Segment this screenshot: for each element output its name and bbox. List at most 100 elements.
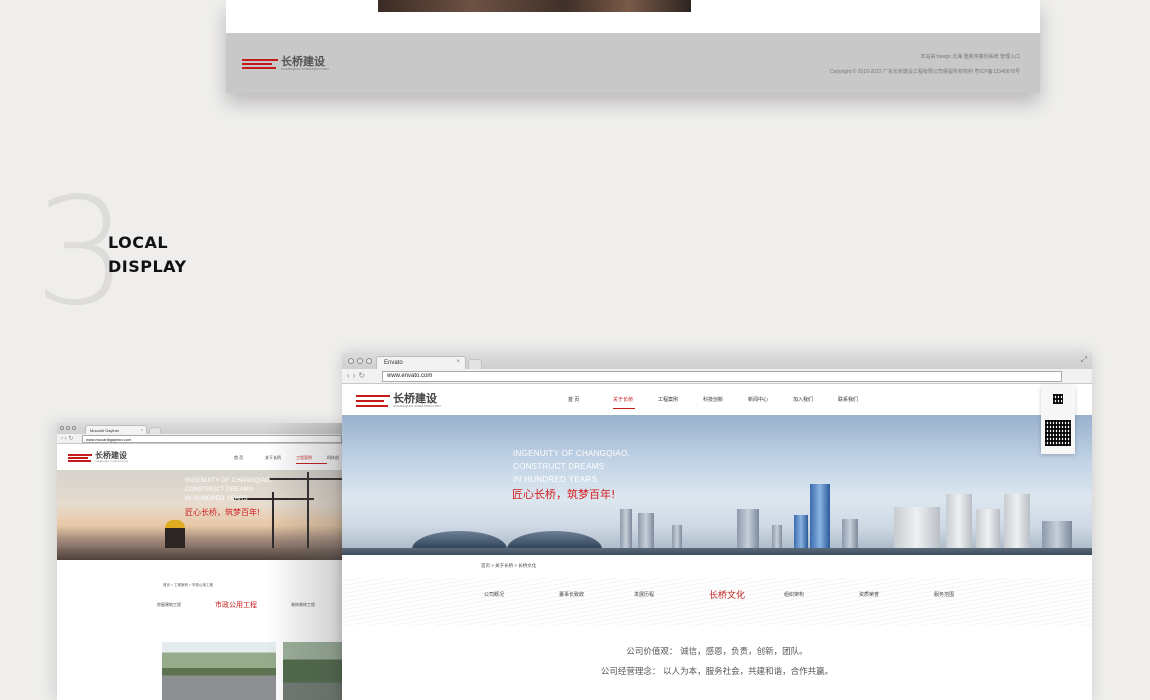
- close-window-icon[interactable]: [348, 358, 354, 364]
- hero-slogan-cn: 匠心长桥，筑梦百年!: [185, 508, 261, 517]
- qr-code-panel[interactable]: [1041, 386, 1075, 454]
- new-tab-button[interactable]: [149, 427, 161, 434]
- hero-banner: INGENUITY OF CHANGQIAO, CONSTRUCT DREAMS…: [342, 415, 1092, 555]
- hero-slogan-line: IN HUNDRED YEARS: [513, 475, 598, 484]
- qr-code-icon[interactable]: [1053, 394, 1063, 404]
- tab-municipal[interactable]: 市政公用工程: [215, 600, 257, 610]
- nav-item-tech[interactable]: 科技创新: [703, 396, 748, 409]
- tab-structure[interactable]: 组织架构: [784, 591, 859, 598]
- building: [976, 509, 1000, 549]
- arch-building: [507, 531, 602, 549]
- maximize-window-icon[interactable]: [366, 358, 372, 364]
- fullscreen-icon[interactable]: ⤢: [1081, 355, 1087, 365]
- hero-slogan-line: INGENUITY OF CHANGQIAO,: [185, 478, 273, 484]
- address-bar: ‹›↻ www.envato.com: [342, 369, 1092, 384]
- site-logo[interactable]: 长桥建设 CHANGQIAO CONSTRUCTION: [68, 452, 128, 463]
- site-footer: 长桥建设 CHANGQIAO CONSTRUCTION 本站由:heego 北海…: [226, 33, 1040, 93]
- back-forward-reload-icons[interactable]: ‹›↻: [347, 371, 368, 380]
- hero-slogan-line: INGENUITY OF CHANGQIAO,: [513, 449, 630, 458]
- hero-slogan: INGENUITY OF CHANGQIAO, CONSTRUCT DREAMS…: [513, 447, 630, 486]
- browser-tab[interactable]: Mucahit Gayiran ×: [85, 425, 147, 434]
- browser-tabbar: Envato × ⤢: [342, 353, 1092, 369]
- tab-building[interactable]: 房屋建筑工程: [157, 602, 181, 608]
- breadcrumb[interactable]: 首页 > 关于长桥 > 长桥文化: [481, 563, 536, 569]
- footer-links[interactable]: 本站由:heego 北海 重新序策划系統 管理入口: [921, 53, 1020, 60]
- building: [737, 509, 759, 549]
- nav-item-about[interactable]: 关于长桥: [613, 396, 658, 409]
- project-photo[interactable]: [162, 642, 276, 700]
- logo-text: 长桥建设: [95, 451, 127, 460]
- building: [946, 494, 972, 549]
- nav-item-news[interactable]: 新闻中心: [748, 396, 793, 409]
- footer-copyright: Copyright © 2016-2022 广东长桥建设工程有限公司保留所有权利…: [829, 69, 1020, 75]
- hero-slogan-cn: 匠心长桥，筑梦百年!: [512, 488, 616, 501]
- close-icon[interactable]: ×: [141, 427, 143, 432]
- hero-slogan: INGENUITY OF CHANGQIAO, CONSTRUCT DREAMS…: [185, 477, 272, 504]
- window-controls[interactable]: [348, 358, 372, 364]
- nav-item-join[interactable]: 加入我们: [793, 396, 838, 409]
- category-band: [342, 578, 1092, 626]
- logo-text: 长桥建设: [281, 55, 325, 68]
- hero-slogan-line: CONSTRUCT DREAMS: [513, 462, 605, 471]
- ground: [342, 548, 1092, 555]
- tab-services[interactable]: 服务范围: [934, 591, 1009, 598]
- hero-slogan-line: IN HUNDRED YEARS: [185, 496, 248, 502]
- close-icon[interactable]: ×: [456, 359, 460, 365]
- building: [810, 484, 830, 549]
- new-tab-button[interactable]: [468, 359, 482, 369]
- qr-code-image: [1045, 420, 1071, 446]
- mission-line: 公司经营理念： 以人为本，服务社会，共建和谐，合作共赢。: [600, 667, 834, 677]
- window-controls[interactable]: [60, 426, 76, 430]
- section-title-line: LOCAL: [108, 233, 169, 252]
- values-line: 公司价值观： 诚信，感恩，负责，创新，团队。: [626, 647, 808, 657]
- back-forward-reload-icons[interactable]: ‹ › ↻: [61, 435, 73, 442]
- minimize-window-icon[interactable]: [66, 426, 70, 430]
- building: [620, 509, 632, 549]
- browser-window-right: Envato × ⤢ ‹›↻ www.envato.com 长桥建设 CHANG…: [342, 353, 1092, 700]
- tab-culture[interactable]: 长桥文化: [709, 588, 784, 601]
- site-header: 长桥建设 CHANGQIAO CONSTRUCTION 首 页 关于长桥 工程案…: [342, 384, 1092, 415]
- site-logo[interactable]: 长桥建设 CHANGQIAO CONSTRUCTION: [356, 393, 441, 408]
- main-nav: 首 页 关于长桥 工程案例 科技创新 新闻中心 加入我们 联系我们: [568, 396, 883, 409]
- building: [1004, 494, 1030, 549]
- nav-item-home[interactable]: 首 页: [568, 396, 613, 409]
- logo-text: 长桥建设: [393, 392, 437, 405]
- breadcrumb[interactable]: 首页 > 工程案例 > 市政公用工程: [163, 583, 213, 588]
- building: [1042, 521, 1072, 549]
- hero-slogan-line: CONSTRUCT DREAMS: [185, 487, 254, 493]
- nav-item-home[interactable]: 首 页: [234, 455, 265, 464]
- footer-logo[interactable]: 长桥建设 CHANGQIAO CONSTRUCTION: [242, 56, 329, 71]
- tab-title: Mucahit Gayiran: [90, 428, 120, 433]
- culture-text: 公司价值观： 诚信，感恩，负责，创新，团队。 公司经营理念： 以人为本，服务社会…: [342, 642, 1092, 682]
- arch-building: [412, 531, 507, 549]
- bridge-logo-icon: [356, 394, 390, 407]
- section-title-line: DISPLAY: [108, 257, 187, 276]
- close-window-icon[interactable]: [60, 426, 64, 430]
- tab-history[interactable]: 发展历程: [634, 591, 709, 598]
- logo-subtext: CHANGQIAO CONSTRUCTION: [393, 404, 441, 408]
- logo-subtext: CHANGQIAO CONSTRUCTION: [95, 461, 129, 463]
- category-tabs: 公司概况 董事长致辞 发展历程 长桥文化 组织架构 资质荣誉 服务范围: [484, 588, 1009, 601]
- content-photo-strip: [378, 0, 691, 12]
- section-title: LOCAL DISPLAY: [108, 231, 187, 279]
- tab-overview[interactable]: 公司概况: [484, 591, 559, 598]
- tab-chairman[interactable]: 董事长致辞: [559, 591, 634, 598]
- browser-tab[interactable]: Envato ×: [376, 356, 466, 369]
- building: [894, 507, 940, 549]
- bridge-logo-icon: [242, 58, 278, 70]
- footer-mockup: 长桥建设 CHANGQIAO CONSTRUCTION 本站由:heego 北海…: [226, 0, 1040, 93]
- shadow-overlay: [267, 423, 347, 700]
- maximize-window-icon[interactable]: [72, 426, 76, 430]
- tab-title: Envato: [384, 360, 403, 366]
- logo-subtext: CHANGQIAO CONSTRUCTION: [281, 67, 329, 71]
- url-input[interactable]: www.envato.com: [382, 371, 1062, 382]
- building: [772, 525, 782, 549]
- building: [842, 519, 858, 549]
- building: [672, 525, 682, 549]
- nav-item-contact[interactable]: 联系我们: [838, 396, 883, 409]
- nav-item-cases[interactable]: 工程案例: [658, 396, 703, 409]
- tab-honors[interactable]: 资质荣誉: [859, 591, 934, 598]
- bridge-logo-icon: [68, 453, 92, 462]
- minimize-window-icon[interactable]: [357, 358, 363, 364]
- building: [794, 515, 808, 549]
